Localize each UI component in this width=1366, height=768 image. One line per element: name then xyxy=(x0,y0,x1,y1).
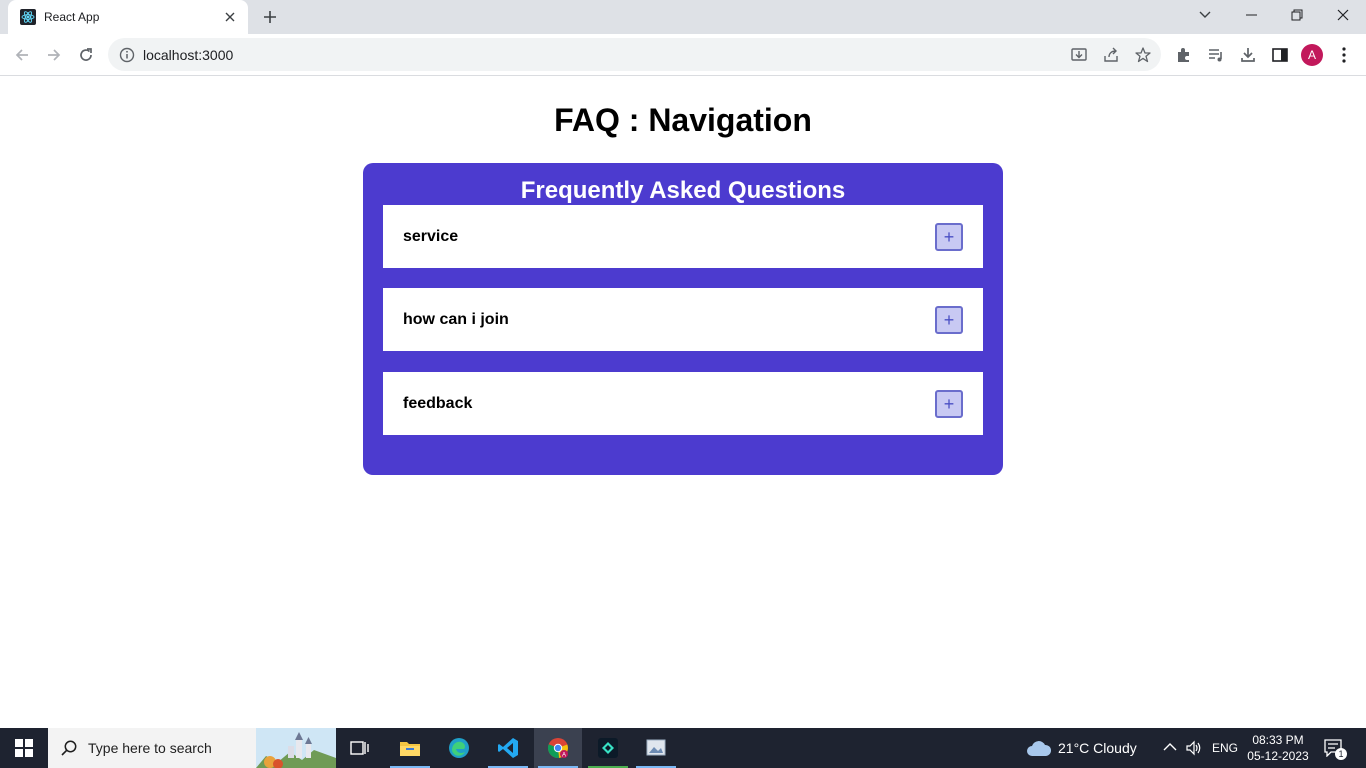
faq-item-service[interactable]: service + xyxy=(383,205,983,268)
system-clock[interactable]: 08:33 PM 05-12-2023 xyxy=(1240,732,1316,764)
taskbar-search-box[interactable]: Type here to search xyxy=(48,728,336,768)
show-hidden-icons-chevron-icon[interactable] xyxy=(1163,742,1177,752)
search-highlight-castle-icon xyxy=(256,728,336,768)
profile-avatar[interactable]: A xyxy=(1301,44,1323,66)
side-panel-icon[interactable] xyxy=(1270,45,1290,65)
site-info-icon[interactable] xyxy=(119,47,135,63)
language-indicator[interactable]: ENG xyxy=(1212,741,1238,755)
faq-item-feedback[interactable]: feedback + xyxy=(383,372,983,435)
faq-question: how can i join xyxy=(403,310,509,328)
media-queue-icon[interactable] xyxy=(1206,45,1226,65)
page-title: FAQ : Navigation xyxy=(554,102,812,138)
extensions-puzzle-icon[interactable] xyxy=(1174,45,1194,65)
back-arrow-icon[interactable] xyxy=(8,41,36,69)
tab-search-icon[interactable] xyxy=(1182,0,1228,30)
address-bar[interactable]: localhost:3000 xyxy=(108,38,1161,71)
expand-plus-button[interactable]: + xyxy=(935,222,963,251)
browser-toolbar: localhost:3000 A xyxy=(0,34,1366,76)
filmora-icon[interactable] xyxy=(584,728,632,768)
expand-plus-button[interactable]: + xyxy=(935,389,963,418)
url-text: localhost:3000 xyxy=(143,46,234,63)
chrome-icon[interactable]: A xyxy=(534,728,582,768)
bookmark-star-icon[interactable] xyxy=(1134,46,1152,64)
faq-question: feedback xyxy=(403,394,473,412)
file-explorer-icon[interactable] xyxy=(386,728,434,768)
react-favicon-icon xyxy=(20,9,36,25)
share-icon[interactable] xyxy=(1102,46,1120,64)
vscode-icon[interactable] xyxy=(484,728,532,768)
notification-count-badge: 1 xyxy=(1335,748,1347,760)
edge-icon[interactable] xyxy=(435,728,483,768)
downloads-icon[interactable] xyxy=(1238,45,1258,65)
restore-window-icon[interactable] xyxy=(1274,0,1320,30)
close-tab-icon[interactable] xyxy=(222,9,238,25)
search-placeholder: Type here to search xyxy=(88,740,212,756)
expand-plus-button[interactable]: + xyxy=(935,305,963,334)
faq-question: service xyxy=(403,227,459,245)
photos-icon[interactable] xyxy=(632,728,680,768)
search-icon xyxy=(60,739,78,757)
faq-item-how-can-i-join[interactable]: how can i join + xyxy=(383,288,983,351)
chrome-menu-icon[interactable] xyxy=(1334,45,1354,65)
clock-date: 05-12-2023 xyxy=(1247,749,1309,763)
notifications-icon[interactable]: 1 xyxy=(1324,739,1348,760)
new-tab-button[interactable] xyxy=(258,6,282,28)
minimize-window-icon[interactable] xyxy=(1228,0,1274,30)
reload-icon[interactable] xyxy=(72,41,100,69)
windows-start-icon[interactable] xyxy=(0,728,48,768)
svg-text:A: A xyxy=(562,753,566,759)
task-view-icon[interactable] xyxy=(336,728,384,768)
browser-tabstrip: React App xyxy=(0,0,1366,34)
forward-arrow-icon[interactable] xyxy=(40,41,68,69)
windows-taskbar: Type here to search A 21°C Cloudy ENG 08… xyxy=(0,728,1366,768)
tab-title: React App xyxy=(44,10,100,24)
browser-tab[interactable]: React App xyxy=(8,0,248,34)
clock-time: 08:33 PM xyxy=(1252,733,1304,747)
faq-heading: Frequently Asked Questions xyxy=(520,177,846,204)
close-window-icon[interactable] xyxy=(1320,0,1366,30)
cloudy-weather-icon[interactable] xyxy=(1026,739,1052,757)
weather-text[interactable]: 21°C Cloudy xyxy=(1058,740,1137,756)
faq-card: Frequently Asked Questions service + how… xyxy=(363,163,1003,475)
volume-speaker-icon[interactable] xyxy=(1185,739,1203,757)
install-app-icon[interactable] xyxy=(1070,46,1088,64)
